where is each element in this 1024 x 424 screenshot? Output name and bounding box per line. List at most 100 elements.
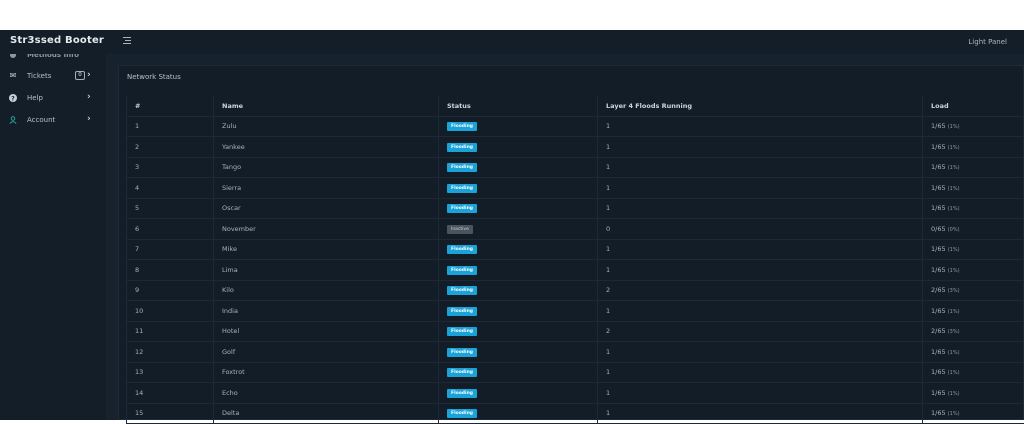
row-number: 3 (127, 157, 214, 178)
load-cell: 1/65 (1%) (923, 137, 1024, 158)
status-badge: Flooding (447, 266, 477, 275)
table-row: 6NovemberInactive00/65 (0%) (127, 219, 1024, 240)
status-badge: Flooding (447, 163, 477, 172)
row-number: 2 (127, 137, 214, 158)
card-title: Network Status (127, 73, 181, 81)
row-number: 14 (127, 383, 214, 404)
load-cell: 2/65 (3%) (923, 280, 1024, 301)
floods-running: 2 (598, 280, 923, 301)
status-badge: Flooding (447, 204, 477, 213)
node-name: Tango (214, 157, 439, 178)
load-percent: (0%) (948, 227, 960, 233)
floods-running: 1 (598, 116, 923, 137)
floods-running: 1 (598, 198, 923, 219)
main-content: Network Status # Name Status Layer 4 Flo… (106, 54, 1024, 420)
load-percent: (1%) (948, 391, 960, 397)
status-cell: Flooding (439, 116, 598, 137)
table-row: 14EchoFlooding11/65 (1%) (127, 383, 1024, 404)
status-cell: Flooding (439, 198, 598, 219)
row-number: 12 (127, 342, 214, 363)
node-name: Foxtrot (214, 362, 439, 383)
status-cell: Flooding (439, 342, 598, 363)
load-percent: (1%) (948, 145, 960, 151)
load-value: 1/65 (931, 184, 946, 192)
floods-running: 1 (598, 383, 923, 404)
node-name: Hotel (214, 321, 439, 342)
row-number: 4 (127, 178, 214, 199)
sidebar-item-tickets[interactable]: ✉ Tickets 0 › (0, 68, 106, 84)
table-row: 7MikeFlooding11/65 (1%) (127, 239, 1024, 260)
floods-running: 1 (598, 362, 923, 383)
light-panel-link[interactable]: Light Panel (968, 38, 1007, 46)
load-value: 1/65 (931, 409, 946, 417)
node-name: Echo (214, 383, 439, 404)
user-icon (9, 116, 17, 124)
load-value: 1/65 (931, 143, 946, 151)
node-name: Sierra (214, 178, 439, 199)
status-badge: Flooding (447, 409, 477, 418)
table-row: 10IndiaFlooding11/65 (1%) (127, 301, 1024, 322)
row-number: 10 (127, 301, 214, 322)
sidebar-item-label: Help (27, 94, 43, 102)
load-value: 2/65 (931, 286, 946, 294)
load-cell: 1/65 (1%) (923, 157, 1024, 178)
row-number: 11 (127, 321, 214, 342)
network-status-table: # Name Status Layer 4 Floods Running Loa… (126, 96, 1024, 424)
load-cell: 1/65 (1%) (923, 301, 1024, 322)
load-percent: (1%) (948, 206, 960, 212)
node-name: India (214, 301, 439, 322)
load-cell: 1/65 (1%) (923, 198, 1024, 219)
hamburger-icon[interactable] (123, 37, 131, 46)
floods-running: 0 (598, 219, 923, 240)
svg-text:?: ? (11, 95, 15, 102)
node-name: Zulu (214, 116, 439, 137)
load-cell: 1/65 (1%) (923, 260, 1024, 281)
column-header-status: Status (439, 96, 598, 116)
floods-running: 2 (598, 321, 923, 342)
column-header-floods: Layer 4 Floods Running (598, 96, 923, 116)
row-number: 1 (127, 116, 214, 137)
chevron-right-icon: › (87, 70, 91, 80)
table-row: 2YankeeFlooding11/65 (1%) (127, 137, 1024, 158)
status-cell: Flooding (439, 280, 598, 301)
sidebar-item-account[interactable]: Account › (0, 112, 106, 128)
status-cell: Flooding (439, 157, 598, 178)
table-row: 3TangoFlooding11/65 (1%) (127, 157, 1024, 178)
status-cell: Flooding (439, 260, 598, 281)
table-row: 4SierraFlooding11/65 (1%) (127, 178, 1024, 199)
table-row: 5OscarFlooding11/65 (1%) (127, 198, 1024, 219)
envelope-icon: ✉ (9, 72, 17, 80)
load-percent: (1%) (948, 186, 960, 192)
load-percent: (1%) (948, 309, 960, 315)
status-badge: Flooding (447, 122, 477, 131)
load-cell: 1/65 (1%) (923, 383, 1024, 404)
row-number: 6 (127, 219, 214, 240)
node-name: November (214, 219, 439, 240)
table-row: 1ZuluFlooding11/65 (1%) (127, 116, 1024, 137)
status-cell: Flooding (439, 239, 598, 260)
row-number: 8 (127, 260, 214, 281)
status-cell: Flooding (439, 403, 598, 424)
floods-running: 1 (598, 301, 923, 322)
status-badge: Inactive (447, 225, 473, 234)
chevron-right-icon: › (87, 92, 91, 102)
status-cell: Inactive (439, 219, 598, 240)
load-cell: 1/65 (1%) (923, 116, 1024, 137)
status-cell: Flooding (439, 178, 598, 199)
column-header-number: # (127, 96, 214, 116)
sidebar-item-methods-info[interactable]: Methods Info (27, 54, 79, 59)
load-cell: 1/65 (1%) (923, 342, 1024, 363)
row-number: 15 (127, 403, 214, 424)
floods-running: 1 (598, 403, 923, 424)
load-percent: (3%) (948, 329, 960, 335)
column-header-load: Load (923, 96, 1024, 116)
load-value: 1/65 (931, 163, 946, 171)
tickets-count-badge: 0 (75, 71, 85, 80)
browser-blank-area (0, 0, 1024, 30)
sidebar-item-help[interactable]: ? Help › (0, 90, 106, 106)
row-number: 13 (127, 362, 214, 383)
status-badge: Flooding (447, 184, 477, 193)
load-percent: (1%) (948, 268, 960, 274)
load-cell: 1/65 (1%) (923, 403, 1024, 424)
brand-title[interactable]: Str3ssed Booter (10, 35, 104, 46)
